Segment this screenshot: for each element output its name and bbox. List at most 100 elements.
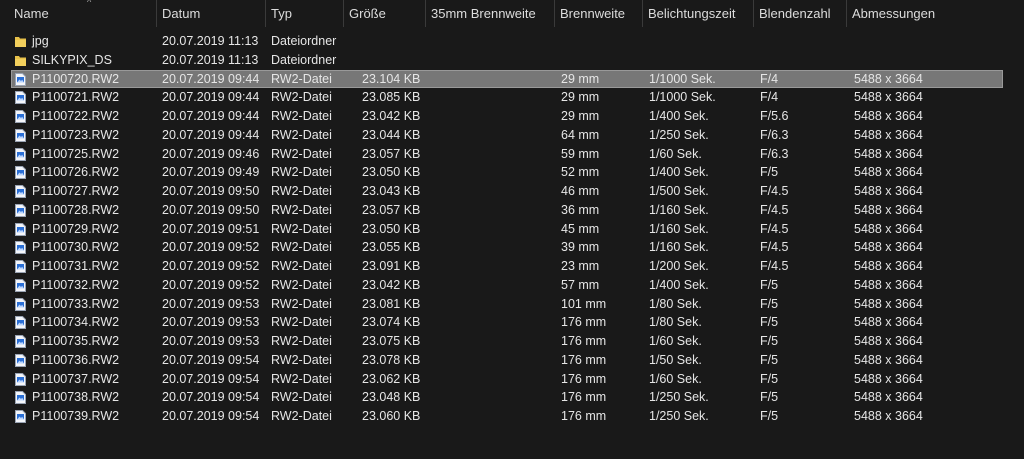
column-header-dimensions[interactable]: Abmessungen: [847, 0, 967, 27]
file-row[interactable]: P1100720.RW2 20.07.2019 09:44 RW2-Datei 23.…: [0, 69, 1024, 89]
file-date: 20.07.2019 09:46: [162, 146, 260, 161]
file-dimensions: 5488 x 3664: [854, 315, 923, 330]
file-row[interactable]: P1100729.RW2 20.07.2019 09:51 RW2-Datei 23.…: [0, 220, 1024, 239]
file-exposure-time: 1/250 Sek.: [649, 390, 709, 405]
file-type: RW2-Datei: [271, 184, 332, 198]
file-f-number: F/4.5: [760, 202, 789, 217]
file-date: 20.07.2019 09:49: [162, 165, 260, 180]
file-name: P1100729.RW2: [32, 221, 120, 236]
folder-row[interactable]: SILKYPIX_DS 20.07.2019 11:13 Dateiordner: [0, 51, 1024, 70]
file-name: P1100726.RW2: [32, 165, 120, 180]
raw-file-icon: [15, 278, 26, 292]
file-exposure-time: 1/1000 Sek.: [649, 90, 716, 105]
file-name: P1100736.RW2: [32, 352, 120, 367]
raw-file-icon: [15, 147, 26, 161]
file-exposure-time: 1/250 Sek.: [649, 127, 709, 142]
file-row[interactable]: P1100734.RW2 20.07.2019 09:53 RW2-Datei 23.…: [0, 313, 1024, 332]
column-header-label: Brennweite: [560, 6, 626, 21]
file-focal-length: 29 mm: [561, 71, 600, 86]
file-row[interactable]: P1100739.RW2 20.07.2019 09:54 RW2-Datei 23.…: [0, 407, 1024, 426]
file-exposure-time: 1/160 Sek.: [649, 202, 709, 217]
file-size: 23.050 KB: [362, 221, 421, 236]
file-row[interactable]: P1100725.RW2 20.07.2019 09:46 RW2-Datei 23.…: [0, 145, 1024, 164]
file-focal-length: 176 mm: [561, 390, 607, 405]
file-row[interactable]: P1100738.RW2 20.07.2019 09:54 RW2-Datei 23.…: [0, 388, 1024, 407]
raw-file-icon: [15, 128, 26, 142]
raw-file-icon: [15, 353, 26, 367]
file-exposure-time: 1/400 Sek.: [649, 277, 709, 292]
folder-row[interactable]: jpg 20.07.2019 11:13 Dateiordner: [0, 32, 1024, 51]
file-name: P1100733.RW2: [32, 296, 120, 311]
file-row[interactable]: P1100723.RW2 20.07.2019 09:44 RW2-Datei 23.…: [0, 126, 1024, 145]
file-name: P1100730.RW2: [32, 240, 120, 255]
file-row[interactable]: P1100728.RW2 20.07.2019 09:50 RW2-Datei 23.…: [0, 201, 1024, 220]
file-row[interactable]: P1100736.RW2 20.07.2019 09:54 RW2-Datei 23.…: [0, 351, 1024, 370]
file-f-number: F/4.5: [760, 240, 789, 255]
file-row[interactable]: P1100721.RW2 20.07.2019 09:44 RW2-Datei 23.…: [0, 88, 1024, 107]
file-row[interactable]: P1100722.RW2 20.07.2019 09:44 RW2-Datei 23.…: [0, 107, 1024, 126]
column-header-focal35[interactable]: 35mm Brennweite: [426, 0, 555, 27]
raw-file-icon: [15, 110, 26, 123]
file-type: RW2-Datei: [271, 127, 332, 142]
file-exposure-time: 1/200 Sek.: [649, 259, 709, 273]
file-row[interactable]: P1100726.RW2 20.07.2019 09:49 RW2-Datei 23.…: [0, 163, 1024, 182]
file-date: 20.07.2019 09:52: [162, 259, 260, 273]
file-exposure-time: 1/400 Sek.: [649, 165, 709, 180]
file-row[interactable]: P1100732.RW2 20.07.2019 09:52 RW2-Datei 23.…: [0, 276, 1024, 295]
column-header-exposure[interactable]: Belichtungszeit: [643, 0, 754, 27]
file-dimensions: 5488 x 3664: [854, 277, 923, 292]
raw-file-icon: [15, 297, 26, 311]
file-row[interactable]: P1100727.RW2 20.07.2019 09:50 RW2-Datei 23.…: [0, 182, 1024, 201]
file-size: 23.104 KB: [362, 71, 421, 86]
file-type: RW2-Datei: [271, 109, 332, 123]
file-focal-length: 46 mm: [561, 184, 600, 198]
file-date: 20.07.2019 09:53: [162, 334, 260, 348]
column-header-date[interactable]: Datum: [157, 0, 266, 27]
raw-file-icon: [15, 335, 26, 348]
file-dimensions: 5488 x 3664: [854, 296, 923, 311]
file-name: SILKYPIX_DS: [32, 52, 112, 67]
file-dimensions: 5488 x 3664: [854, 127, 923, 142]
file-name: P1100739.RW2: [32, 409, 120, 423]
file-f-number: F/5: [760, 371, 779, 386]
column-header-label: Name: [14, 6, 49, 21]
file-size: 23.091 KB: [362, 259, 421, 273]
raw-file-icon: [15, 260, 26, 273]
column-header-fnumber[interactable]: Blendenzahl: [754, 0, 847, 27]
file-exposure-time: 1/80 Sek.: [649, 296, 702, 311]
column-header-name[interactable]: Name ^: [9, 0, 157, 27]
file-name: P1100734.RW2: [32, 315, 120, 330]
column-header-focal[interactable]: Brennweite: [555, 0, 643, 27]
column-header-size[interactable]: Größe: [344, 0, 426, 27]
file-date: 20.07.2019 09:54: [162, 409, 260, 423]
file-date: 20.07.2019 09:44: [162, 109, 260, 123]
file-row[interactable]: P1100731.RW2 20.07.2019 09:52 RW2-Datei 23.…: [0, 257, 1024, 276]
column-header-label: Datum: [162, 6, 201, 21]
file-type: Dateiordner: [271, 52, 337, 67]
file-type: RW2-Datei: [271, 240, 332, 255]
folder-icon: [15, 55, 26, 66]
file-row[interactable]: P1100737.RW2 20.07.2019 09:54 RW2-Datei 23.…: [0, 370, 1024, 389]
file-dimensions: 5488 x 3664: [854, 146, 923, 161]
raw-file-icon: [15, 391, 26, 405]
raw-file-icon: [15, 241, 26, 255]
file-date: 20.07.2019 11:13: [162, 34, 259, 48]
file-dimensions: 5488 x 3664: [854, 90, 923, 105]
file-dimensions: 5488 x 3664: [854, 184, 923, 198]
file-focal-length: 39 mm: [561, 240, 600, 255]
file-row[interactable]: P1100730.RW2 20.07.2019 09:52 RW2-Datei 23.…: [0, 238, 1024, 257]
raw-file-icon: [15, 203, 26, 217]
file-row[interactable]: P1100735.RW2 20.07.2019 09:53 RW2-Datei 23.…: [0, 332, 1024, 351]
file-date: 20.07.2019 09:44: [162, 71, 260, 86]
file-size: 23.055 KB: [362, 240, 421, 255]
file-size: 23.057 KB: [362, 146, 421, 161]
file-f-number: F/5: [760, 165, 779, 180]
column-header-type[interactable]: Typ: [266, 0, 344, 27]
file-name: P1100725.RW2: [32, 146, 120, 161]
file-focal-length: 101 mm: [561, 296, 607, 311]
file-f-number: F/6.3: [760, 127, 789, 142]
raw-file-icon: [15, 91, 26, 105]
file-date: 20.07.2019 09:54: [162, 352, 260, 367]
file-exposure-time: 1/500 Sek.: [649, 184, 709, 198]
file-row[interactable]: P1100733.RW2 20.07.2019 09:53 RW2-Datei 23.…: [0, 295, 1024, 314]
